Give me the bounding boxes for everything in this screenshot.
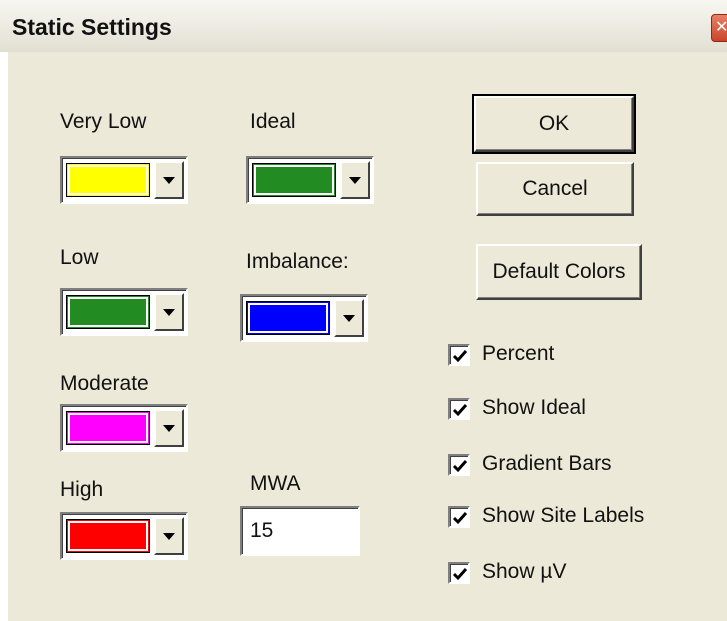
percent-checkbox[interactable] [448, 344, 470, 366]
show-site-labels-checkbox[interactable] [448, 506, 470, 528]
high-label: High [60, 478, 104, 501]
default-colors-button-label: Default Colors [492, 260, 626, 283]
ideal-label: Ideal [250, 110, 296, 133]
very-low-color-dropdown[interactable] [60, 156, 188, 204]
cancel-button-label: Cancel [522, 177, 588, 200]
close-icon[interactable] [711, 14, 727, 42]
imbalance-label: Imbalance: [246, 250, 349, 273]
gradient-bars-checkbox[interactable] [448, 454, 470, 476]
low-color-dropdown[interactable] [60, 288, 188, 336]
chevron-down-icon[interactable] [154, 517, 184, 555]
high-color-dropdown[interactable] [60, 512, 188, 560]
checkmark-icon [452, 350, 468, 363]
ok-button-label: OK [538, 112, 570, 135]
chevron-down-icon[interactable] [334, 299, 364, 337]
show-ideal-checkbox[interactable] [448, 398, 470, 420]
gradient-bars-checkbox-label: Gradient Bars [482, 452, 612, 475]
ideal-color-swatch [252, 163, 336, 197]
imbalance-color-dropdown[interactable] [240, 294, 368, 342]
moderate-color-swatch [66, 411, 150, 445]
show-site-labels-checkbox-label: Show Site Labels [482, 504, 645, 527]
checkmark-icon [452, 460, 468, 473]
percent-checkbox-label: Percent [482, 342, 555, 365]
default-colors-button[interactable]: Default Colors [476, 244, 642, 300]
chevron-down-icon[interactable] [154, 409, 184, 447]
mwa-input[interactable] [240, 506, 360, 556]
chevron-down-icon[interactable] [154, 161, 184, 199]
very-low-color-swatch [66, 163, 150, 197]
cancel-button[interactable]: Cancel [476, 162, 634, 216]
show-uv-checkbox[interactable] [448, 562, 470, 584]
show-uv-checkbox-label: Show µV [482, 560, 567, 583]
imbalance-color-swatch [246, 301, 330, 335]
checkmark-icon [452, 512, 468, 525]
high-color-swatch [66, 519, 150, 553]
checkmark-icon [452, 568, 468, 581]
very-low-label: Very Low [60, 110, 147, 133]
title-bar[interactable]: Static Settings [0, 0, 727, 53]
moderate-color-dropdown[interactable] [60, 404, 188, 452]
window-title: Static Settings [12, 14, 172, 40]
ideal-color-dropdown[interactable] [246, 156, 374, 204]
chevron-down-icon[interactable] [340, 161, 370, 199]
mwa-label: MWA [250, 472, 301, 495]
static-settings-dialog: Static Settings Very Low Ideal Low Imbal… [0, 0, 727, 621]
low-label: Low [60, 246, 99, 269]
ok-button[interactable]: OK [472, 94, 636, 154]
checkmark-icon [452, 404, 468, 417]
chevron-down-icon[interactable] [154, 293, 184, 331]
show-ideal-checkbox-label: Show Ideal [482, 396, 586, 419]
moderate-label: Moderate [60, 372, 149, 395]
low-color-swatch [66, 295, 150, 329]
